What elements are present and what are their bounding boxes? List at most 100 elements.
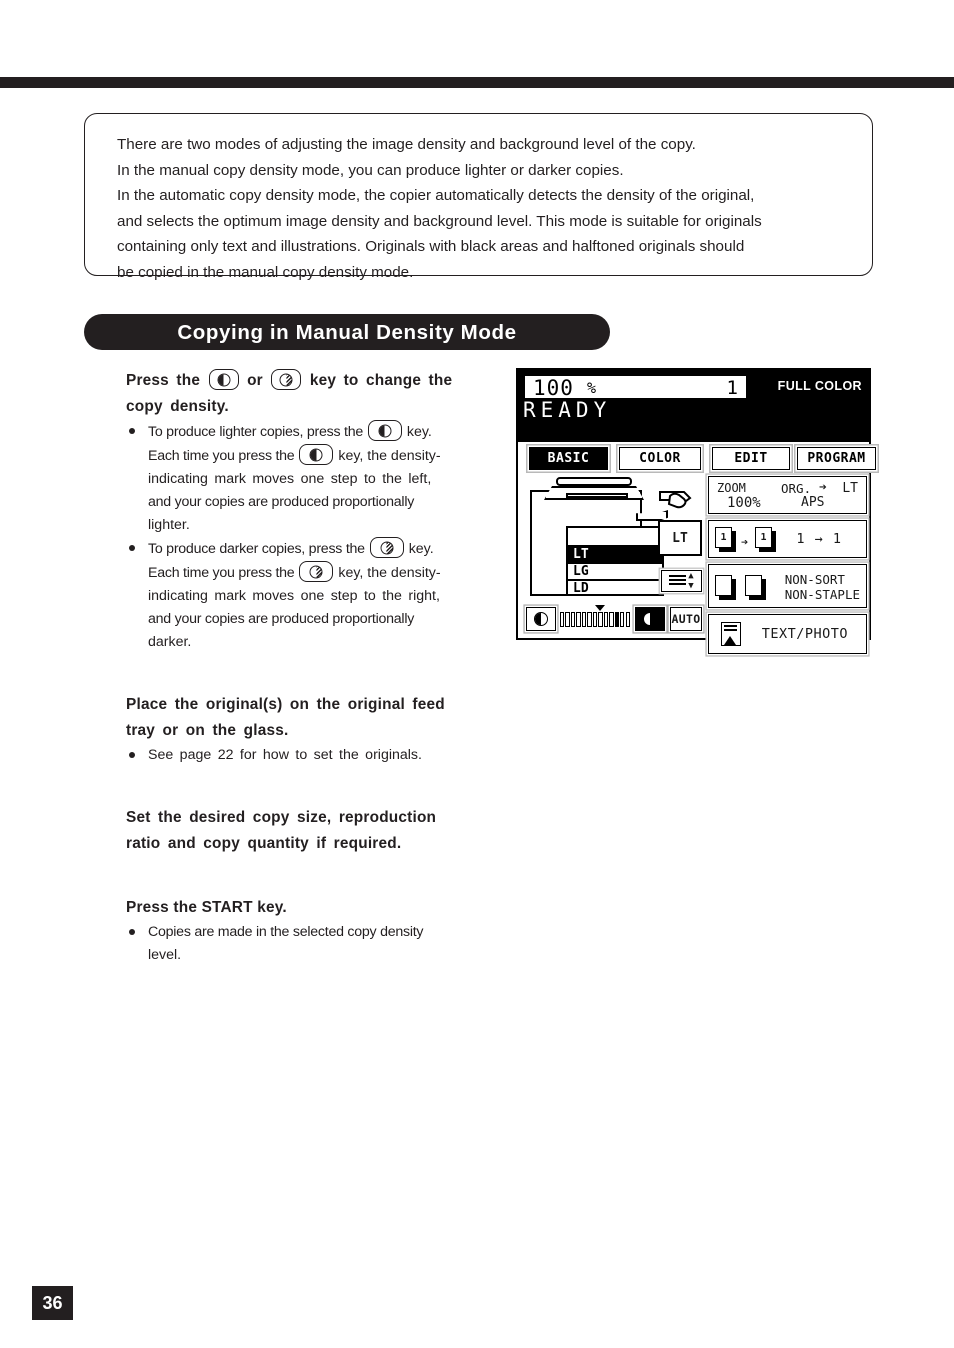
staple-sheet-icon <box>745 575 767 601</box>
step4-head-a: Press the START key. <box>126 899 287 916</box>
step3-heading: Set the desired copy size, reproduction … <box>126 805 501 857</box>
sort-sheet-icon <box>715 575 737 601</box>
bullet-dot-icon <box>129 929 135 935</box>
lcd-readout-box: 100 % 1 <box>524 375 747 400</box>
density-seg-7 <box>592 612 598 627</box>
intro-line-4: and selects the optimum image density an… <box>117 212 762 230</box>
b2-b: key. <box>408 541 434 557</box>
density-seg-4 <box>576 612 581 627</box>
paper-cassette-list: LT LG LD <box>566 526 664 596</box>
step2-heading: Place the original(s) on the original fe… <box>126 692 501 744</box>
density-seg-13 <box>625 612 630 627</box>
b2-c: Each time you press the <box>148 565 295 581</box>
cassette-ld[interactable]: LD <box>568 579 662 596</box>
step4-heading: Press the START key. <box>126 895 501 921</box>
step1-head-or: or <box>247 372 263 389</box>
color-mode-label: FULL COLOR <box>777 379 862 393</box>
aps-label: APS <box>801 495 825 510</box>
darker-key-icon <box>369 537 404 558</box>
step2-bullets: See page 22 for how to set the originals… <box>126 744 501 767</box>
bypass-tray-size[interactable]: LT <box>658 520 702 556</box>
b2-d: key, the density- <box>338 565 441 581</box>
auto-density-button[interactable]: AUTO <box>670 607 702 631</box>
tab-color[interactable]: COLOR <box>619 447 701 470</box>
copier-platen-shape <box>566 493 628 498</box>
density-seg-9 <box>603 612 609 627</box>
manual-page: There are two modes of adjusting the ima… <box>0 0 954 1348</box>
cassette-lg[interactable]: LG <box>568 562 662 579</box>
lcd-body: BASIC COLOR EDIT PROGRAM LT LG LD LT ▲ ▼… <box>518 442 876 654</box>
original-mode-button[interactable]: TEXT/PHOTO <box>708 614 867 654</box>
intro-text: There are two modes of adjusting the ima… <box>117 132 847 286</box>
duplex-mode-button[interactable]: 1 ➔ 1 1 → 1 <box>708 520 867 558</box>
copier-lcd-panel: 100 % 1 FULL COLOR READY BASIC COLOR EDI… <box>516 368 876 654</box>
darker-key-icon <box>643 612 657 626</box>
density-seg-12 <box>620 612 625 627</box>
lcd-function-buttons: ZOOM 100% ORG. ➔ LT APS 1 ➔ 1 1 → 1 NON-… <box>708 476 867 660</box>
density-seg-8 <box>598 612 603 627</box>
bullet-dot-icon <box>129 545 135 551</box>
step3-head-b: ratio and copy quantity if required. <box>126 835 402 852</box>
lighter-key-icon <box>367 420 402 441</box>
lighter-key-button[interactable] <box>526 607 556 631</box>
b1-c: Each time you press the <box>148 448 295 464</box>
intro-callout-box: There are two modes of adjusting the ima… <box>84 113 873 281</box>
zoom-label: ZOOM <box>717 481 746 495</box>
step2-head-a: Place the original(s) on the original fe… <box>126 696 445 713</box>
section-title: Copying in Manual Density Mode <box>177 321 517 344</box>
density-indicating-mark <box>595 605 605 611</box>
step4-bullet-b: level. <box>148 947 182 963</box>
darker-key-button[interactable] <box>635 607 665 631</box>
tab-program[interactable]: PROGRAM <box>797 447 876 470</box>
step3-head-a: Set the desired copy size, reproduction <box>126 809 437 826</box>
step1-head-a: Press the <box>126 372 201 389</box>
copier-lid-shape <box>556 477 632 486</box>
density-seg-5 <box>581 612 587 627</box>
original-label: ORG. <box>781 481 812 496</box>
page-number-badge: 36 <box>32 1286 73 1320</box>
zoom-paper-button[interactable]: ZOOM 100% ORG. ➔ LT APS <box>708 476 867 514</box>
b1-e: indicating mark moves one step to the le… <box>148 471 432 487</box>
header-rule <box>0 77 954 88</box>
density-seg-6 <box>587 612 592 627</box>
step4-bullets: Copies are made in the selected copy den… <box>126 921 501 967</box>
step1-head-c: copy density. <box>126 398 229 415</box>
lcd-status-bar: 100 % 1 FULL COLOR READY <box>518 370 869 442</box>
intro-line-6: be copied in the manual copy density mod… <box>117 263 414 281</box>
text-photo-document-icon <box>721 622 743 648</box>
tab-edit[interactable]: EDIT <box>712 447 790 470</box>
section-banner: Copying in Manual Density Mode <box>84 314 610 350</box>
list-item: To produce lighter copies, press the key… <box>126 420 501 537</box>
density-seg-10 <box>609 612 614 627</box>
step4-bullet-a: Copies are made in the selected copy den… <box>148 924 424 940</box>
bullet-dot-icon <box>129 752 135 758</box>
list-item: To produce darker copies, press the key.… <box>126 537 501 654</box>
lighter-key-icon <box>299 444 334 465</box>
finish-line-1: NON-SORT <box>784 572 845 587</box>
b1-f: and your copies are produced proportiona… <box>148 494 415 510</box>
density-control-row: AUTO <box>524 605 702 633</box>
copier-illustration: LT LG LD LT ▲ ▼ <box>524 476 702 601</box>
step1-head-b: key to change the <box>309 372 453 389</box>
finishing-labels: NON-SORT NON-STAPLE <box>785 572 860 602</box>
b1-d: key, the density- <box>338 448 441 464</box>
lighter-key-icon <box>534 612 548 626</box>
density-seg-3 <box>570 612 576 627</box>
cassette-lt[interactable]: LT <box>568 545 662 562</box>
step1-heading: Press the or key to change the copy dens… <box>126 368 501 420</box>
density-scale[interactable] <box>560 612 630 627</box>
intro-line-3: In the automatic copy density mode, the … <box>117 187 755 205</box>
bullet-dot-icon <box>129 428 135 434</box>
b2-g: darker. <box>148 634 192 650</box>
finishing-mode-button[interactable]: NON-SORT NON-STAPLE <box>708 564 867 608</box>
b2-e: indicating mark moves one step to the ri… <box>148 588 440 604</box>
copy-quantity-value: 1 <box>726 377 738 399</box>
list-item: See page 22 for how to set the originals… <box>126 744 501 767</box>
percent-symbol: % <box>587 379 597 397</box>
tab-basic[interactable]: BASIC <box>529 447 608 470</box>
up-down-arrows-icon: ▲ ▼ <box>688 571 694 591</box>
b2-f: and your copies are produced proportiona… <box>148 611 415 627</box>
paper-stack-scroll-button[interactable]: ▲ ▼ <box>661 570 702 592</box>
intro-line-2: In the manual copy density mode, you can… <box>117 161 624 179</box>
step2-head-b: tray or on the glass. <box>126 722 289 739</box>
